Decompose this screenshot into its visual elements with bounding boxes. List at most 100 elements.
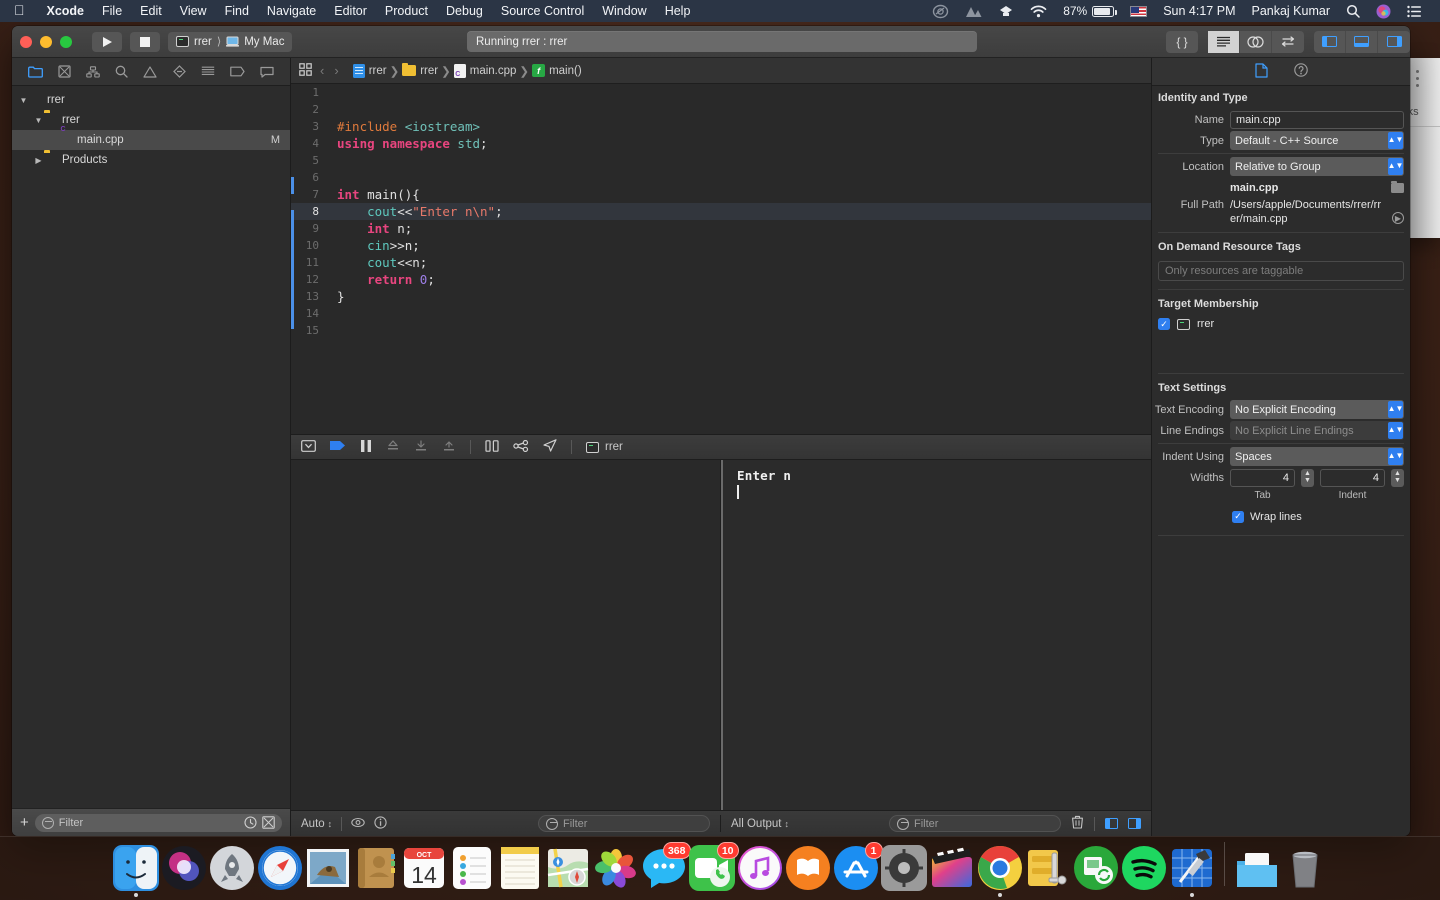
dock-item-ibooks[interactable] [785, 845, 831, 891]
code-line[interactable]: 9 int n; [291, 220, 1151, 237]
code-line[interactable]: 11 cout<<n; [291, 254, 1151, 271]
step-out-icon[interactable] [442, 440, 456, 455]
debug-process-selector[interactable]: rrer [586, 441, 623, 453]
menu-item-find[interactable]: Find [216, 0, 258, 22]
code-line[interactable]: 8 cout<<"Enter n\n"; [291, 203, 1151, 220]
dock-item-maps[interactable] [545, 845, 591, 891]
pause-icon[interactable] [360, 439, 372, 455]
file-tree-row[interactable]: ▶ Products [12, 150, 290, 170]
dock-item-launchpad[interactable] [209, 845, 255, 891]
navigator-filter-field[interactable]: Filter [34, 813, 282, 832]
project-navigator-icon[interactable] [27, 66, 43, 78]
dock-item-file-transfer[interactable] [1073, 845, 1119, 891]
dock-item-facetime[interactable]: 10 [688, 842, 739, 891]
menu-item-file[interactable]: File [93, 0, 131, 22]
dock-item-google-chrome[interactable] [977, 845, 1023, 891]
mountain-icon[interactable] [957, 0, 990, 22]
dock-item-app-store[interactable]: 1 [833, 842, 883, 891]
dock-item-downloads-stack[interactable] [1234, 845, 1280, 891]
file-tree-row[interactable]: ▼ rrer [12, 110, 290, 130]
toggle-navigator-icon[interactable] [1314, 30, 1346, 53]
code-braces-icon[interactable]: { } [1166, 31, 1198, 53]
run-button[interactable] [92, 31, 122, 52]
add-file-button[interactable]: + [20, 815, 29, 830]
disclosure-triangle[interactable]: ▼ [33, 116, 44, 125]
tab-width-field[interactable]: 4 [1230, 468, 1295, 487]
toggle-debug-area-icon[interactable] [1346, 30, 1378, 53]
menu-item-source-control[interactable]: Source Control [492, 0, 593, 22]
version-editor-icon[interactable] [1272, 31, 1304, 53]
variables-view[interactable] [291, 460, 721, 810]
file-type-popup[interactable]: Default - C++ Source ▲ ▼ [1230, 131, 1404, 150]
line-endings-popup[interactable]: No Explicit Line Endings ▲ ▼ [1230, 421, 1404, 440]
creative-cloud-icon[interactable] [924, 0, 957, 22]
clear-console-icon[interactable] [1071, 815, 1084, 832]
find-navigator-icon[interactable] [115, 65, 128, 78]
dropbox-icon[interactable] [990, 0, 1022, 22]
code-line[interactable]: 1 [291, 84, 1151, 101]
dock-item-trash[interactable] [1282, 845, 1328, 891]
wrap-lines-checkbox[interactable]: ✓ [1232, 510, 1244, 523]
code-line[interactable]: 7 int main(){ [291, 186, 1151, 203]
dock-item-system-preferences[interactable] [880, 845, 927, 891]
menu-item-product[interactable]: Product [376, 0, 437, 22]
dock-item-itunes[interactable] [737, 845, 783, 891]
menu-item-debug[interactable]: Debug [437, 0, 492, 22]
console-output[interactable]: Enter n [721, 460, 1151, 810]
disclosure-triangle[interactable]: ▼ [18, 96, 29, 105]
dock-item-spotify[interactable] [1121, 845, 1167, 891]
code-line[interactable]: 4 using namespace std; [291, 135, 1151, 152]
dock-item-calendar[interactable]: OCT 14 [401, 845, 447, 891]
console-filter-field[interactable]: Filter [889, 815, 1061, 832]
navigate-forward-button[interactable]: › [332, 63, 340, 78]
simulate-location-icon[interactable] [543, 439, 557, 455]
test-navigator-icon[interactable] [172, 65, 186, 78]
code-line[interactable]: 15 [291, 322, 1151, 339]
hide-debug-area-icon[interactable] [301, 439, 316, 455]
breadcrumb-item[interactable]: rrer [352, 63, 387, 78]
breadcrumb-item[interactable]: main.cpp [453, 63, 516, 78]
battery-status[interactable]: 87% [1055, 0, 1122, 22]
target-checkbox[interactable]: ✓ [1158, 318, 1170, 330]
debug-view-hierarchy-icon[interactable] [485, 439, 499, 455]
dock-item-contacts[interactable] [353, 845, 399, 891]
apple-menu-icon[interactable]:  [14, 3, 25, 17]
step-into-icon[interactable] [414, 439, 428, 455]
info-icon[interactable] [374, 815, 387, 832]
dock-item-siri[interactable] [161, 845, 207, 891]
symbol-navigator-icon[interactable] [86, 65, 100, 78]
file-tree-row[interactable]: ▼ rrer [12, 90, 290, 110]
output-scope-selector[interactable]: All Output ↕ [731, 818, 789, 830]
menu-item-help[interactable]: Help [656, 0, 700, 22]
us-flag-icon[interactable] [1122, 0, 1155, 22]
breadcrumb-item[interactable]: rrer [402, 62, 438, 77]
show-variables-view-icon[interactable] [1105, 818, 1118, 829]
toggle-inspector-icon[interactable] [1378, 31, 1410, 53]
related-items-icon[interactable] [299, 62, 312, 79]
project-file-tree[interactable]: ▼ rrer ▼ rrer main.cpp M ▶ Products [12, 86, 290, 808]
text-encoding-popup[interactable]: No Explicit Encoding ▲ ▼ [1230, 400, 1404, 419]
target-membership-row[interactable]: ✓ rrer [1152, 315, 1410, 333]
wifi-icon[interactable] [1022, 0, 1055, 22]
breakpoint-navigator-icon[interactable] [230, 66, 245, 77]
dock-item-final-cut-pro[interactable] [929, 845, 975, 891]
close-button[interactable] [20, 35, 32, 48]
indent-width-field[interactable]: 4 [1320, 468, 1385, 487]
menu-item-view[interactable]: View [171, 0, 216, 22]
menu-item-edit[interactable]: Edit [131, 0, 171, 22]
dock-item-messages[interactable]: 368 [641, 842, 691, 891]
dock-item-finder[interactable] [112, 845, 159, 891]
zoom-button[interactable] [60, 35, 72, 48]
variables-scope-selector[interactable]: Auto ↕ [301, 818, 332, 830]
code-line[interactable]: 12 return 0; [291, 271, 1151, 288]
disclosure-triangle[interactable]: ▶ [33, 156, 44, 165]
file-name-field[interactable]: main.cpp [1230, 110, 1404, 129]
memory-graph-icon[interactable] [513, 439, 529, 455]
ondemand-tags-field[interactable]: Only resources are taggable [1158, 261, 1404, 281]
step-over-icon[interactable] [386, 439, 400, 455]
file-tree-row[interactable]: main.cpp M [12, 130, 290, 150]
dock-item-notes[interactable] [497, 845, 543, 891]
dock-item-winzip[interactable] [1025, 845, 1071, 891]
code-line[interactable]: 5 [291, 152, 1151, 169]
continue-execution-icon[interactable] [330, 440, 346, 454]
